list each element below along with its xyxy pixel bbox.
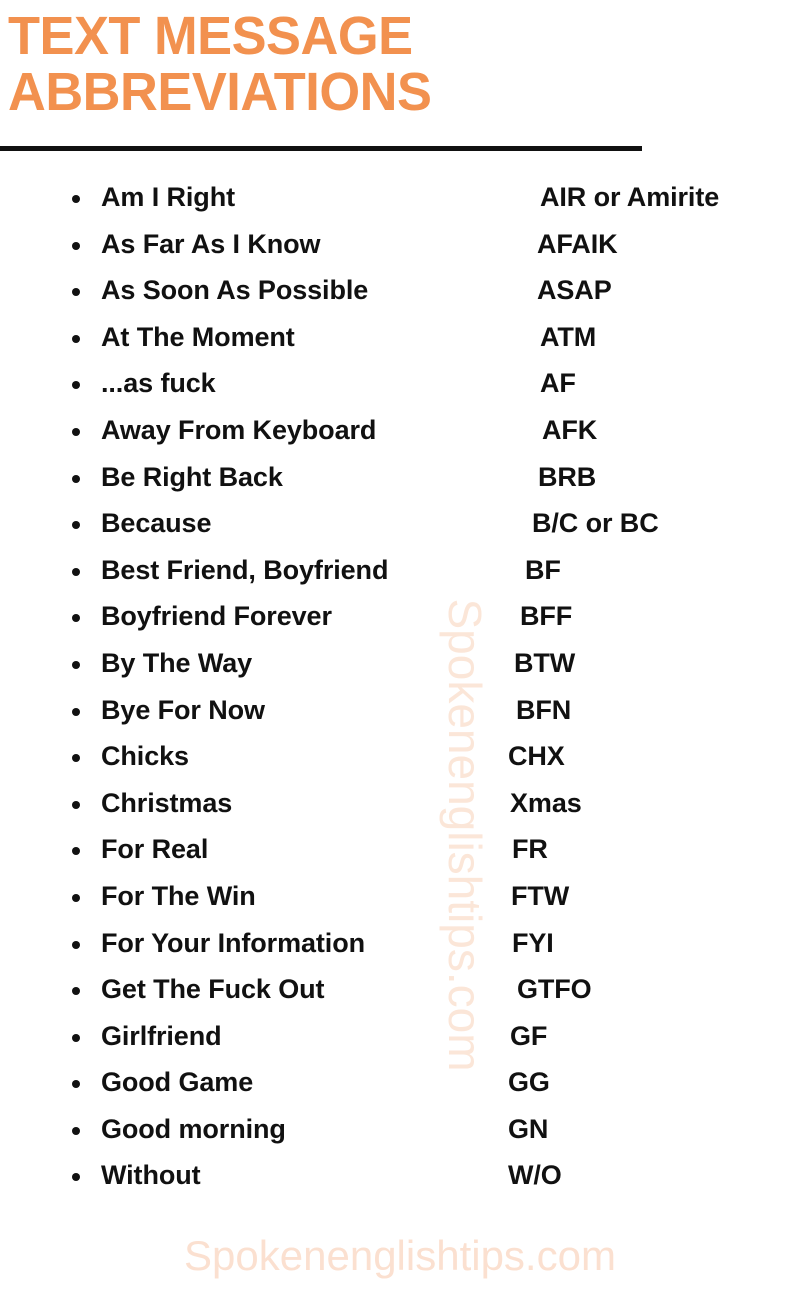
bullet-icon xyxy=(72,707,80,716)
abbreviation-text: GN xyxy=(508,1113,549,1144)
abbreviation-text: AF xyxy=(540,368,576,399)
bullet-icon xyxy=(72,1080,80,1089)
abbreviation-text: BFN xyxy=(516,694,572,725)
list-item: As Soon As Possible ASAP xyxy=(0,271,800,318)
list-item: At The Moment ATM xyxy=(0,318,800,365)
phrase-text: For Your Information xyxy=(101,927,365,958)
phrase-text: Get The Fuck Out xyxy=(101,974,325,1005)
bullet-icon xyxy=(72,381,80,390)
list-item: Be Right Back BRB xyxy=(0,458,800,505)
title-divider xyxy=(0,146,642,151)
phrase-text: Chicks xyxy=(101,741,189,772)
list-item: Get The Fuck Out GTFO xyxy=(0,970,800,1017)
bullet-icon xyxy=(72,241,80,250)
phrase-text: Because xyxy=(101,508,212,539)
abbreviation-text: ASAP xyxy=(537,275,612,306)
bullet-icon xyxy=(72,288,80,297)
bullet-icon xyxy=(72,660,80,669)
abbreviation-text: FYI xyxy=(512,927,554,958)
abbreviation-text: B/C or BC xyxy=(532,508,659,539)
bullet-icon xyxy=(72,427,80,436)
bullet-icon xyxy=(72,800,80,809)
phrase-text: For The Win xyxy=(101,880,256,911)
bullet-icon xyxy=(72,567,80,576)
abbreviation-text: GTFO xyxy=(517,974,592,1005)
phrase-text: Away From Keyboard xyxy=(101,414,377,445)
abbreviation-text: FTW xyxy=(511,880,570,911)
list-item: Christmas Xmas xyxy=(0,784,800,831)
phrase-text: ...as fuck xyxy=(101,368,216,399)
bullet-icon xyxy=(72,987,80,996)
phrase-text: As Soon As Possible xyxy=(101,275,369,306)
list-item: As Far As I Know AFAIK xyxy=(0,225,800,272)
list-item: Girlfriend GF xyxy=(0,1017,800,1064)
abbreviation-text: GG xyxy=(508,1067,550,1098)
phrase-text: As Far As I Know xyxy=(101,228,321,259)
list-item: Chicks CHX xyxy=(0,737,800,784)
phrase-text: Christmas xyxy=(101,787,233,818)
abbreviation-text: ATM xyxy=(540,321,597,352)
bullet-icon xyxy=(72,474,80,483)
list-item: For Your Information FYI xyxy=(0,924,800,971)
list-item: Without W/O xyxy=(0,1156,800,1203)
bullet-icon xyxy=(72,521,80,530)
list-item: Am I Right AIR or Amirite xyxy=(0,178,800,225)
list-item: Away From Keyboard AFK xyxy=(0,411,800,458)
abbreviation-text: W/O xyxy=(508,1160,562,1191)
bullet-icon xyxy=(72,195,80,203)
abbreviation-text: BF xyxy=(525,554,561,585)
phrase-text: Boyfriend Forever xyxy=(101,601,332,632)
bullet-icon xyxy=(72,1173,80,1182)
phrase-text: At The Moment xyxy=(101,321,295,352)
phrase-text: Best Friend, Boyfriend xyxy=(101,554,389,585)
abbreviation-text: AFK xyxy=(542,414,598,445)
abbreviation-text: BRB xyxy=(538,461,597,492)
page-title-line-2: ABBREVIATIONS xyxy=(8,62,432,122)
phrase-text: Am I Right xyxy=(101,182,235,212)
list-item: ...as fuck AF xyxy=(0,364,800,411)
page-title: TEXT MESSAGE ABBREVIATIONS xyxy=(8,8,668,120)
bullet-icon xyxy=(72,334,80,343)
list-item: Because B/C or BC xyxy=(0,504,800,551)
abbreviation-text: FR xyxy=(512,834,548,865)
bullet-icon xyxy=(72,1033,80,1042)
phrase-text: Good Game xyxy=(101,1067,254,1098)
phrase-text: By The Way xyxy=(101,647,253,678)
phrase-text: Without xyxy=(101,1160,201,1191)
phrase-text: Girlfriend xyxy=(101,1020,222,1051)
abbreviation-list: Am I Right AIR or Amirite As Far As I Know… xyxy=(0,178,800,1203)
bullet-icon xyxy=(72,847,80,856)
list-item: Good morning GN xyxy=(0,1110,800,1157)
abbreviation-text: Xmas xyxy=(510,787,582,818)
watermark-footer: Spokenenglishtips.com xyxy=(184,1232,616,1279)
list-item: Best Friend, Boyfriend BF xyxy=(0,551,800,598)
bullet-icon xyxy=(72,940,80,949)
bullet-icon xyxy=(72,1126,80,1135)
list-item: Boyfriend Forever BFF xyxy=(0,597,800,644)
phrase-text: For Real xyxy=(101,834,209,865)
abbreviation-text: AFAIK xyxy=(537,228,618,259)
abbreviation-text: AIR or Amirite xyxy=(540,182,720,212)
list-item: Good Game GG xyxy=(0,1063,800,1110)
abbreviation-text: BFF xyxy=(520,601,573,632)
phrase-text: Bye For Now xyxy=(101,694,265,725)
list-item: For Real FR xyxy=(0,830,800,877)
list-item: For The Win FTW xyxy=(0,877,800,924)
list-item: Bye For Now BFN xyxy=(0,691,800,738)
bullet-icon xyxy=(72,893,80,902)
page-title-line-1: TEXT MESSAGE xyxy=(8,6,413,66)
abbreviation-text: BTW xyxy=(514,647,576,678)
bullet-icon xyxy=(72,614,80,623)
abbreviation-text: CHX xyxy=(508,741,565,772)
abbreviation-text: GF xyxy=(510,1020,548,1051)
phrase-text: Good morning xyxy=(101,1113,286,1144)
phrase-text: Be Right Back xyxy=(101,461,283,492)
bullet-icon xyxy=(72,754,80,763)
list-item: By The Way BTW xyxy=(0,644,800,691)
